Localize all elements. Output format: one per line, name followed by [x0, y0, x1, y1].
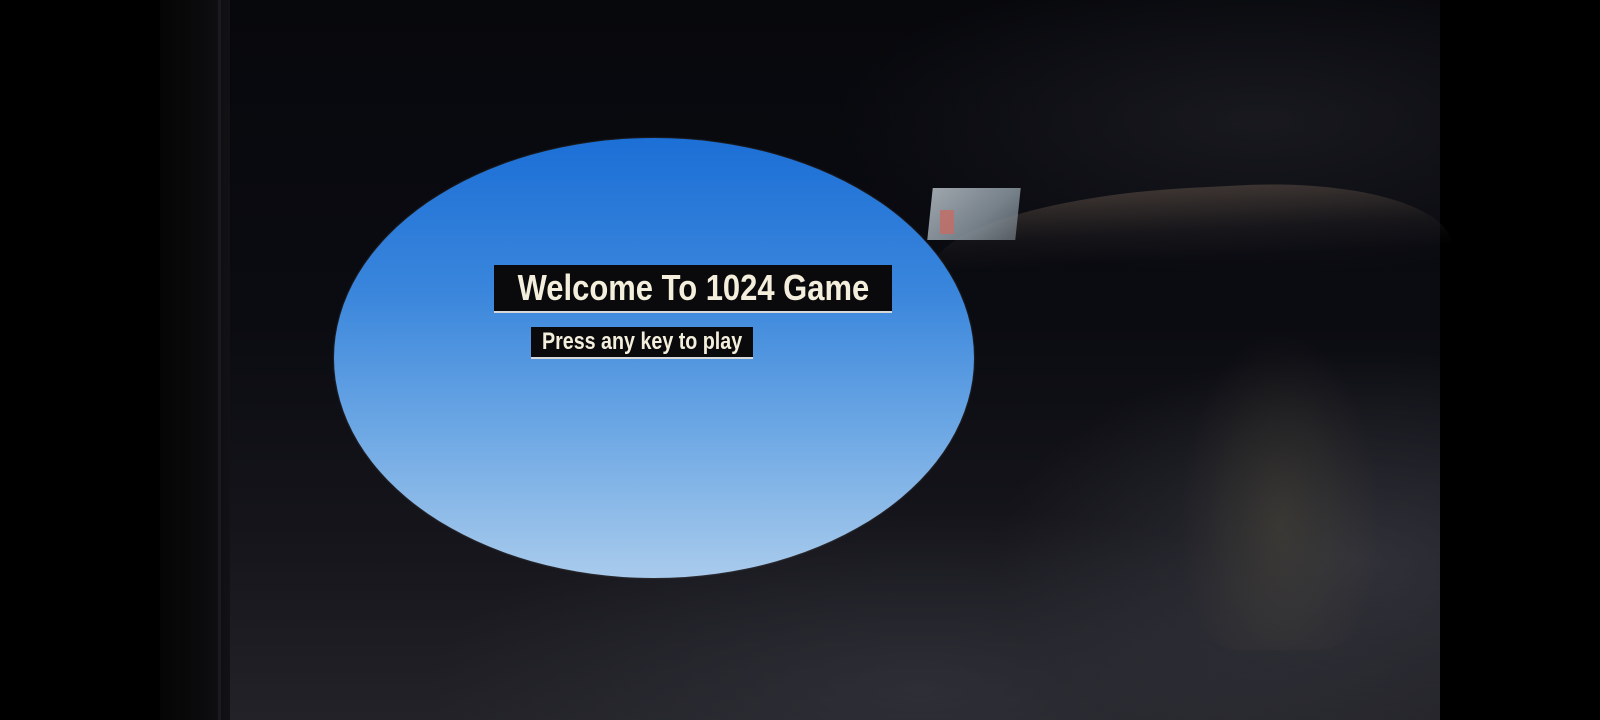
person-reflection	[1180, 330, 1380, 650]
start-prompt: Press any key to play	[541, 328, 743, 355]
start-prompt-banner: Press any key to play	[531, 327, 753, 359]
game-title: Welcome To 1024 Game	[517, 267, 869, 308]
window-reflection-accent	[940, 210, 954, 234]
monitor-bezel-edge	[218, 0, 221, 720]
photo-frame: Welcome To 1024 Game Press any key to pl…	[0, 0, 1600, 720]
title-banner: Welcome To 1024 Game	[494, 265, 892, 313]
